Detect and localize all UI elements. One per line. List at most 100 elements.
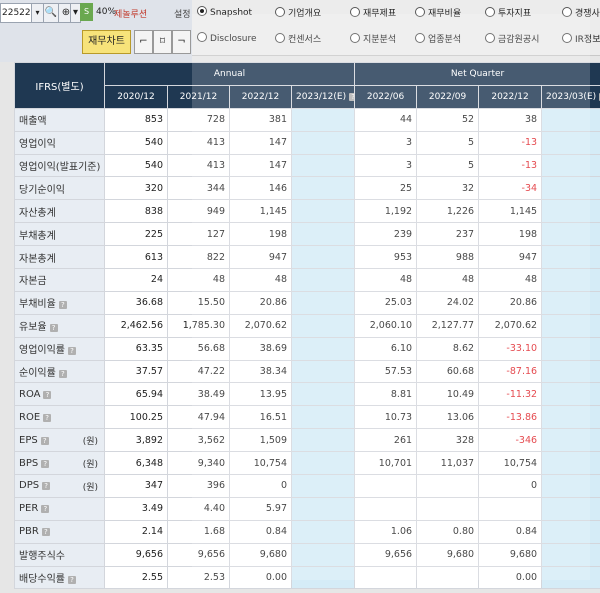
table-cell: 147 bbox=[229, 153, 292, 178]
radio-button-icon[interactable] bbox=[415, 33, 425, 43]
table-cell: 16.51 bbox=[229, 405, 292, 430]
table-cell: -13.86 bbox=[478, 405, 543, 430]
settings-link[interactable]: 설정 bbox=[174, 7, 191, 20]
radio-button-icon[interactable] bbox=[562, 7, 572, 17]
table-cell: 24 bbox=[104, 268, 168, 292]
help-icon[interactable]: ? bbox=[58, 370, 67, 379]
table-cell: 60.68 bbox=[416, 359, 480, 384]
table-cell: 6,348 bbox=[104, 451, 168, 476]
table-row: 자본총계 613 822 947 953 988 947 bbox=[14, 245, 600, 270]
radio-button-icon[interactable] bbox=[197, 32, 207, 42]
table-cell bbox=[541, 359, 600, 384]
table-cell: -34 bbox=[478, 176, 543, 201]
table-row: 순이익률? 37.57 47.22 38.34 57.53 60.68 -87.16 bbox=[14, 359, 600, 384]
table-cell: 198 bbox=[478, 222, 543, 247]
radio-option-7[interactable]: 컨센서스 bbox=[275, 32, 321, 45]
table-cell bbox=[290, 519, 356, 544]
table-cell: 11,037 bbox=[416, 451, 480, 476]
financial-summary-table: IFRS(별도) Annual Net Quarter 2020/12 2021/… bbox=[14, 62, 600, 590]
radio-option-9[interactable]: 업종분석 bbox=[415, 32, 461, 45]
table-row: ROA? 65.94 38.49 13.95 8.81 10.49 -11.32 bbox=[14, 382, 600, 407]
search-icon[interactable]: 🔍 bbox=[43, 3, 59, 23]
table-cell: 237 bbox=[416, 222, 480, 247]
table-cell: 0.84 bbox=[478, 519, 543, 544]
table-cell: -13 bbox=[478, 130, 543, 155]
table-cell: 2.53 bbox=[167, 565, 230, 590]
table-row: 부채총계 225 127 198 239 237 198 bbox=[14, 222, 600, 247]
table-cell: 20.86 bbox=[478, 290, 543, 315]
table-cell: 127 bbox=[167, 222, 230, 247]
radio-option-10[interactable]: 금감원공시 bbox=[485, 32, 539, 45]
table-cell bbox=[541, 290, 600, 315]
table-cell bbox=[290, 176, 356, 201]
help-icon[interactable]: ? bbox=[68, 576, 76, 585]
radio-label: 재무제표 bbox=[363, 9, 397, 19]
table-cell bbox=[541, 565, 600, 590]
radio-button-icon[interactable] bbox=[275, 7, 285, 17]
table-cell: 47.22 bbox=[167, 359, 230, 384]
help-icon[interactable]: ? bbox=[41, 505, 50, 514]
view-selector: Snapshot 기업개요 재무제표 재무비율 투자지표 경쟁사 Disclosure 컨센서… bbox=[192, 0, 600, 56]
table-cell: 24.02 bbox=[416, 290, 480, 315]
table-cell: 10.49 bbox=[416, 382, 480, 407]
help-icon[interactable]: ? bbox=[68, 347, 76, 356]
help-icon[interactable]: ? bbox=[58, 301, 67, 310]
expand-icon[interactable]: ⌑ bbox=[153, 30, 172, 54]
radio-option-2[interactable]: 재무제표 bbox=[350, 6, 396, 19]
table-cell: 1,509 bbox=[229, 428, 292, 453]
radio-button-icon[interactable] bbox=[485, 7, 495, 17]
table-cell: 9,656 bbox=[354, 542, 418, 567]
table-cell: 38.49 bbox=[167, 382, 230, 407]
radio-option-1[interactable]: 기업개요 bbox=[275, 6, 321, 19]
radio-option-4[interactable]: 투자지표 bbox=[485, 6, 531, 19]
column-header-label: 2021/12 bbox=[179, 91, 218, 102]
table-cell bbox=[290, 496, 356, 521]
radio-button-icon[interactable] bbox=[350, 33, 360, 43]
radio-option-5[interactable]: 경쟁사 bbox=[562, 6, 600, 19]
table-cell: 57.53 bbox=[354, 359, 418, 384]
radio-option-11[interactable]: IR정보 bbox=[562, 32, 600, 45]
toolbar: 225220 ▾ 🔍 ⊕ ▾ S 40% 제놀루션 설정 재무차트 ⌐ ⌑ ¬ bbox=[0, 0, 192, 62]
help-icon[interactable]: ? bbox=[40, 436, 49, 445]
table-cell bbox=[290, 451, 356, 476]
table-cell bbox=[290, 428, 356, 453]
radio-button-icon[interactable] bbox=[350, 7, 360, 17]
help-icon[interactable]: ? bbox=[43, 390, 52, 399]
table-cell: 48 bbox=[229, 268, 292, 292]
radio-option-0[interactable]: Snapshot bbox=[197, 6, 252, 18]
table-cell: 9,680 bbox=[229, 542, 292, 567]
table-cell bbox=[354, 565, 418, 590]
table-cell: 3.49 bbox=[104, 496, 168, 521]
table-cell: 65.94 bbox=[104, 382, 168, 407]
table-cell: 32 bbox=[416, 176, 480, 201]
help-icon[interactable]: ? bbox=[42, 482, 51, 491]
quarter-header: Net Quarter bbox=[354, 62, 600, 86]
table-cell: -13 bbox=[478, 153, 543, 178]
row-label-text: 순이익률 bbox=[19, 368, 56, 380]
radio-option-6[interactable]: Disclosure bbox=[197, 32, 257, 44]
bracket-left-icon[interactable]: ⌐ bbox=[134, 30, 153, 54]
table-cell: 0 bbox=[229, 474, 292, 498]
stock-code-input[interactable]: 225220 bbox=[0, 3, 33, 23]
help-icon[interactable]: ? bbox=[49, 324, 58, 333]
radio-button-icon[interactable] bbox=[562, 33, 572, 43]
help-icon[interactable]: ? bbox=[41, 528, 50, 537]
bracket-right-icon[interactable]: ¬ bbox=[172, 30, 191, 54]
table-cell: 10,754 bbox=[478, 451, 543, 476]
radio-button-icon[interactable] bbox=[485, 33, 495, 43]
table-cell bbox=[541, 496, 600, 521]
help-icon[interactable]: ? bbox=[43, 413, 52, 422]
radio-option-8[interactable]: 지분분석 bbox=[350, 32, 396, 45]
table-cell: 1,145 bbox=[478, 199, 543, 224]
radio-button-icon[interactable] bbox=[197, 6, 207, 16]
table-cell: 1,226 bbox=[416, 199, 480, 224]
radio-button-icon[interactable] bbox=[415, 7, 425, 17]
financial-chart-button[interactable]: 재무차트 bbox=[82, 30, 131, 54]
help-icon[interactable]: ? bbox=[349, 92, 354, 101]
table-cell: 9,656 bbox=[167, 542, 230, 567]
table-cell: 13.95 bbox=[229, 382, 292, 407]
help-icon[interactable]: ? bbox=[41, 459, 50, 468]
radio-button-icon[interactable] bbox=[275, 33, 285, 43]
radio-option-3[interactable]: 재무비율 bbox=[415, 6, 461, 19]
radio-label: 업종분석 bbox=[428, 35, 462, 45]
